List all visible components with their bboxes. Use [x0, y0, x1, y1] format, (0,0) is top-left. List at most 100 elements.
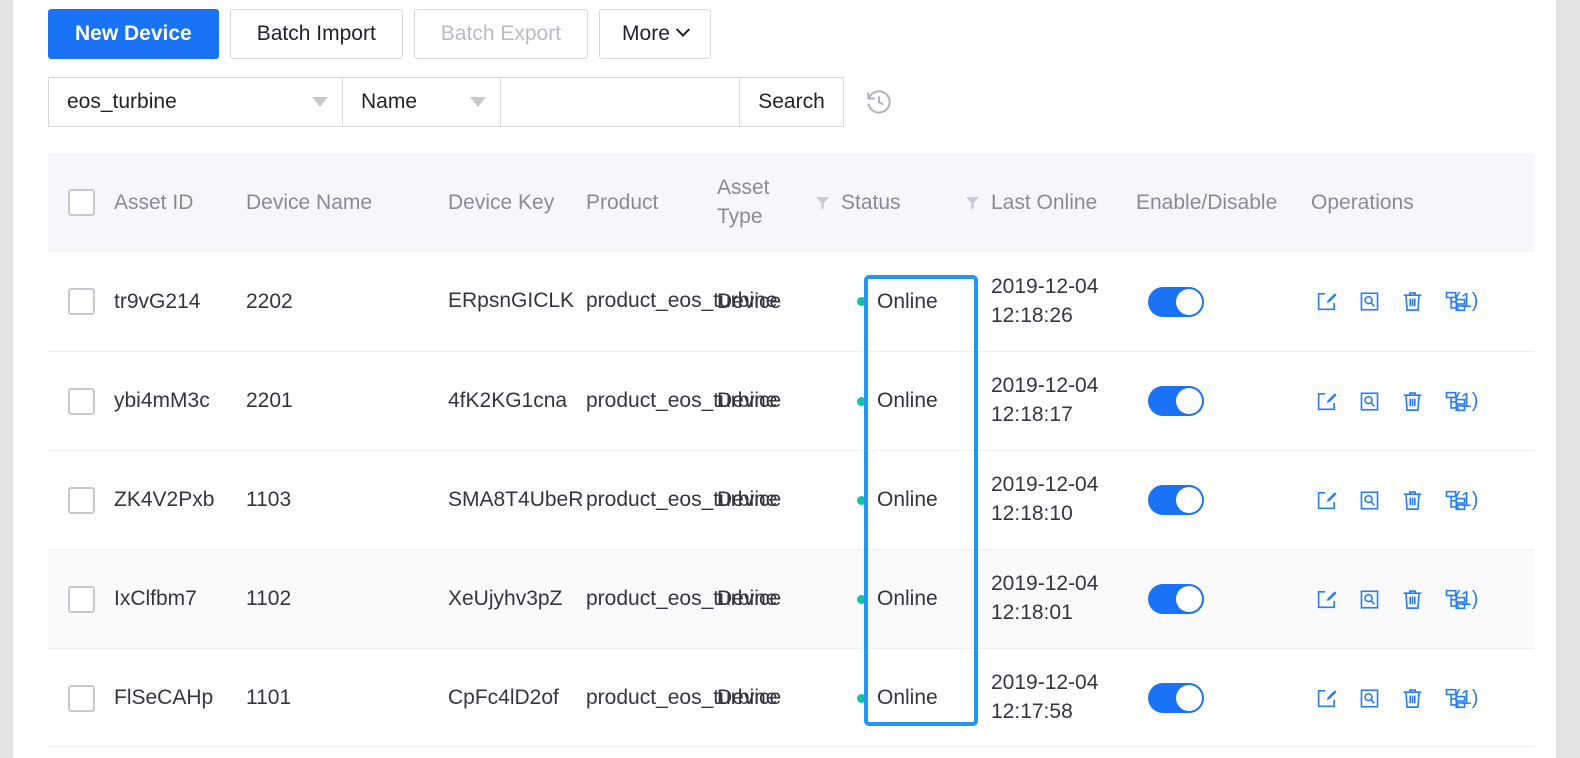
- more-button[interactable]: More: [599, 9, 711, 59]
- delete-icon[interactable]: [1401, 390, 1424, 413]
- status-dot-icon: [857, 495, 866, 505]
- inspect-icon[interactable]: [1358, 588, 1381, 611]
- field-select[interactable]: Name: [343, 77, 501, 127]
- delete-icon[interactable]: [1401, 687, 1424, 710]
- search-button[interactable]: Search: [740, 77, 844, 127]
- column-header-product[interactable]: Product: [586, 191, 717, 215]
- sub-devices-link[interactable]: (1): [1444, 290, 1478, 313]
- toggle-knob: [1176, 487, 1202, 513]
- table-row[interactable]: tr9vG214 2202 ERpsnGICLK product_eos_tur…: [48, 252, 1534, 351]
- toggle-knob: [1176, 586, 1202, 612]
- cell-enable-toggle[interactable]: [1136, 286, 1311, 317]
- row-checkbox[interactable]: [48, 684, 114, 712]
- inspect-icon[interactable]: [1358, 489, 1381, 512]
- sub-devices-count: (1): [1454, 389, 1479, 412]
- edit-icon[interactable]: [1315, 290, 1338, 313]
- chevron-down-icon: [312, 97, 328, 107]
- app-root: New Device Batch Import Batch Export Mor…: [0, 0, 1580, 758]
- enable-toggle-switch[interactable]: [1148, 683, 1204, 713]
- cell-device-name: 1102: [246, 587, 292, 610]
- cell-device-name: 1103: [246, 488, 292, 511]
- cell-operations: (1): [1311, 687, 1534, 710]
- column-header-last-online[interactable]: Last Online: [991, 191, 1136, 215]
- device-list-page: New Device Batch Import Batch Export Mor…: [13, 0, 1556, 758]
- checkbox-box: [67, 684, 95, 712]
- cell-last-online: 2019-12-04 12:18:01: [991, 572, 1099, 624]
- cell-device-key: CpFc4lD2of: [448, 685, 559, 709]
- delete-icon[interactable]: [1401, 290, 1424, 313]
- cell-enable-toggle[interactable]: [1136, 485, 1311, 515]
- sub-devices-link[interactable]: (1): [1444, 489, 1478, 512]
- enable-toggle-switch[interactable]: [1148, 286, 1204, 317]
- edit-icon[interactable]: [1315, 588, 1338, 611]
- row-checkbox[interactable]: [48, 387, 114, 415]
- new-device-button[interactable]: New Device: [48, 9, 219, 59]
- row-checkbox[interactable]: [48, 486, 114, 514]
- cell-enable-toggle[interactable]: [1136, 386, 1311, 416]
- table-row[interactable]: ZK4V2Pxb 1103 SMA8T4UbeR product_eos_tur…: [48, 450, 1534, 549]
- table-row[interactable]: FlSeCAHp 1101 CpFc4lD2of product_eos_tur…: [48, 648, 1534, 747]
- sub-devices-count: (1): [1454, 488, 1479, 511]
- cell-enable-toggle[interactable]: [1136, 584, 1311, 614]
- cell-device-key: 4fK2KG1cna: [448, 388, 568, 412]
- column-header-device-key[interactable]: Device Key: [448, 191, 586, 215]
- field-select-value: Name: [361, 90, 418, 113]
- cell-device-name: 2201: [246, 389, 293, 412]
- enable-toggle-switch[interactable]: [1148, 584, 1204, 614]
- cell-asset-type: Device: [717, 686, 782, 709]
- right-gutter: [1556, 0, 1580, 758]
- product-select[interactable]: eos_turbine: [48, 77, 343, 127]
- cell-asset-type: Device: [717, 289, 782, 313]
- history-clock-icon[interactable]: [864, 87, 894, 117]
- delete-icon[interactable]: [1401, 489, 1424, 512]
- row-checkbox[interactable]: [48, 288, 114, 315]
- column-header-device-name[interactable]: Device Name: [246, 191, 448, 215]
- enable-toggle-switch[interactable]: [1148, 485, 1204, 515]
- checkbox-box: [67, 486, 95, 514]
- cell-status: Online: [841, 686, 953, 710]
- cell-asset-id: tr9vG214: [114, 289, 201, 313]
- enable-toggle-switch[interactable]: [1148, 386, 1204, 416]
- sub-devices-link[interactable]: (1): [1444, 390, 1478, 413]
- cell-last-online: 2019-12-04 12:18:17: [991, 374, 1099, 426]
- batch-export-button[interactable]: Batch Export: [413, 9, 589, 59]
- cell-device-key: ERpsnGICLK: [448, 289, 575, 313]
- cell-status: Online: [841, 587, 953, 611]
- inspect-icon[interactable]: [1358, 390, 1381, 413]
- row-checkbox[interactable]: [48, 585, 114, 613]
- sub-devices-count: (1): [1454, 587, 1479, 610]
- select-all-checkbox[interactable]: [48, 189, 114, 216]
- cell-asset-id: FlSeCAHp: [114, 686, 214, 709]
- table-row[interactable]: ybi4mM3c 2201 4fK2KG1cna product_eos_tur…: [48, 351, 1534, 450]
- search-input[interactable]: [501, 77, 740, 127]
- batch-import-button[interactable]: Batch Import: [229, 9, 403, 59]
- cell-status-text: Online: [877, 587, 938, 610]
- sub-devices-link[interactable]: (1): [1444, 588, 1478, 611]
- inspect-icon[interactable]: [1358, 290, 1381, 313]
- cell-operations: (1): [1311, 489, 1534, 512]
- asset-type-filter-icon[interactable]: [803, 195, 841, 211]
- sub-devices-count: (1): [1454, 290, 1479, 312]
- cell-operations: (1): [1311, 390, 1534, 413]
- cell-asset-id: ybi4mM3c: [114, 389, 210, 412]
- column-header-asset-id[interactable]: Asset ID: [114, 191, 246, 215]
- cell-enable-toggle[interactable]: [1136, 683, 1311, 713]
- inspect-icon[interactable]: [1358, 687, 1381, 710]
- cell-device-key: SMA8T4UbeR: [448, 487, 584, 511]
- cell-status-text: Online: [877, 289, 938, 313]
- checkbox-box: [67, 288, 95, 315]
- cell-device-key: XeUjyhv3pZ: [448, 586, 563, 610]
- edit-icon[interactable]: [1315, 489, 1338, 512]
- edit-icon[interactable]: [1315, 687, 1338, 710]
- table-row[interactable]: IxClfbm7 1102 XeUjyhv3pZ product_eos_tur…: [48, 549, 1534, 648]
- cell-product: product_eos_turbine: [586, 289, 778, 313]
- sub-devices-link[interactable]: (1): [1444, 687, 1478, 710]
- delete-icon[interactable]: [1401, 588, 1424, 611]
- edit-icon[interactable]: [1315, 390, 1338, 413]
- sub-devices-count: (1): [1454, 686, 1479, 709]
- column-header-status[interactable]: Status: [841, 191, 953, 215]
- column-header-enable-disable[interactable]: Enable/Disable: [1136, 191, 1311, 215]
- status-filter-icon[interactable]: [953, 195, 991, 211]
- cell-status-text: Online: [877, 389, 938, 412]
- column-header-asset-type[interactable]: Asset Type: [717, 174, 803, 231]
